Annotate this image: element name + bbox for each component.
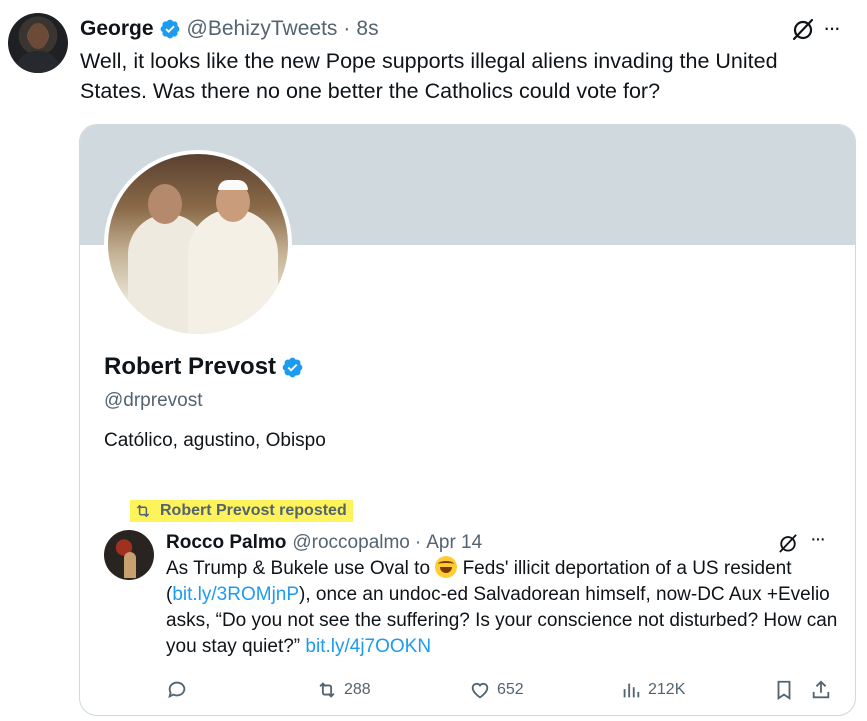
avatar-figure: [124, 552, 136, 578]
profile-card[interactable]: Robert Prevost @drprevost Católico, agus…: [79, 124, 856, 716]
grok-icon[interactable]: [777, 532, 799, 554]
profile-name[interactable]: Robert Prevost: [104, 353, 276, 381]
reposted-tweet-date[interactable]: Apr 14: [426, 532, 482, 554]
avatar-head-left: [148, 184, 182, 224]
text-part: As Trump & Bukele use Oval to: [166, 558, 436, 579]
author-handle[interactable]: @BehizyTweets: [187, 17, 338, 41]
heart-icon: [471, 682, 489, 699]
author-name[interactable]: George: [80, 17, 154, 41]
repost-icon: [136, 504, 150, 518]
more-options-icon[interactable]: ···: [823, 15, 853, 41]
reposted-author-handle[interactable]: @roccopalmo: [292, 532, 410, 554]
avatar-head: [28, 23, 48, 49]
reposted-tweet-text: As Trump & Bukele use Oval to Feds' illi…: [166, 556, 838, 660]
reply-icon: [168, 681, 186, 699]
author-avatar[interactable]: [8, 13, 68, 73]
reply-button[interactable]: [166, 678, 194, 702]
reposted-author-avatar[interactable]: [104, 530, 154, 580]
views-count: 212K: [648, 681, 686, 698]
share-icon: [812, 680, 830, 699]
repost-indicator: Robert Prevost reposted: [130, 500, 353, 522]
views-button[interactable]: 212K: [620, 678, 685, 702]
profile-avatar[interactable]: [104, 150, 292, 338]
profile-handle[interactable]: @drprevost: [104, 390, 203, 412]
reposted-tweet-header: Rocco Palmo @roccopalmo · Apr 14: [166, 530, 482, 556]
link-1[interactable]: bit.ly/3ROMjnP: [172, 584, 299, 605]
bookmark-icon: [777, 680, 791, 700]
verified-badge-icon: [282, 357, 303, 377]
like-count: 652: [497, 681, 524, 698]
reposted-author-name[interactable]: Rocco Palmo: [166, 532, 286, 554]
repost-label[interactable]: Robert Prevost reposted: [160, 502, 347, 520]
bookmark-button[interactable]: [773, 678, 801, 702]
action-bar: 288 652 212K: [80, 678, 855, 702]
separator-dot: ·: [414, 532, 422, 553]
like-button[interactable]: 652: [469, 678, 524, 702]
profile-bio: Católico, agustino, Obispo: [104, 430, 326, 451]
grok-icon[interactable]: [790, 16, 816, 42]
retweet-count: 288: [344, 681, 371, 698]
tweet-text: Well, it looks like the new Pope support…: [80, 49, 778, 103]
retweet-button[interactable]: 288: [316, 678, 371, 702]
profile-name-row: Robert Prevost: [104, 353, 310, 381]
verified-badge-icon: [160, 19, 179, 39]
avatar-shoulders: [16, 51, 60, 73]
tweet-header: George @BehizyTweets · 8s: [80, 14, 379, 44]
rolling-on-floor-laughing-emoji-icon: [435, 556, 458, 578]
more-options-icon[interactable]: ···: [810, 528, 826, 551]
views-chart-icon: [623, 683, 640, 698]
avatar-figure-right: [188, 209, 278, 334]
share-button[interactable]: [810, 678, 838, 702]
tweet-time[interactable]: 8s: [356, 17, 378, 41]
retweet-icon: [319, 682, 335, 698]
avatar-zucchetto: [218, 180, 248, 190]
link-2[interactable]: bit.ly/4j7OOKN: [305, 636, 431, 657]
separator-dot: ·: [343, 17, 351, 40]
